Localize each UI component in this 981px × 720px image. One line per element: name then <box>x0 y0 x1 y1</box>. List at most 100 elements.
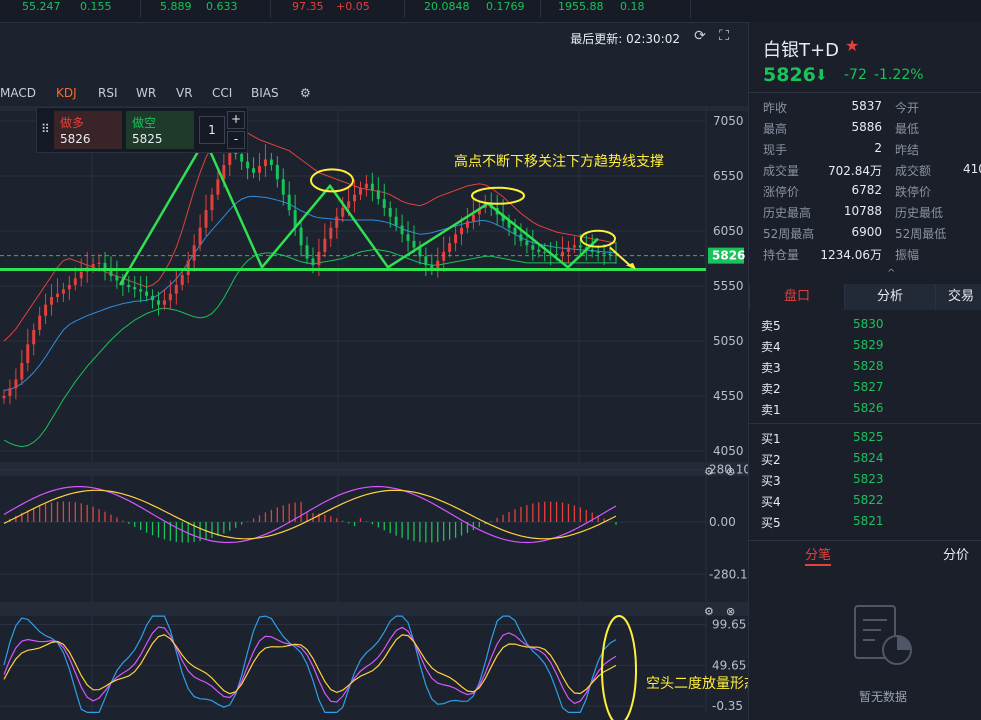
stat-label-3: 成交量 <box>763 164 800 178</box>
stat-label-4: 涨停价 <box>763 185 800 199</box>
trend-note-annotation: 高点不断下移关注下方趋势线支撑 <box>454 153 664 170</box>
ticker-value-6: 20.0848 <box>424 0 470 13</box>
candle-body <box>329 227 333 239</box>
stat-label-7: 持仓量 <box>763 248 800 262</box>
tab-1[interactable]: 分析 <box>844 284 935 310</box>
candle-body <box>400 225 404 235</box>
ticker-value-3: 0.633 <box>206 0 238 13</box>
no-data-text: 暂无数据 <box>859 690 908 704</box>
candle-body <box>578 245 582 248</box>
candle-body <box>525 240 529 246</box>
candle-body <box>180 275 184 285</box>
bid-price: 5823 <box>853 472 884 486</box>
stat-value-2: 2 <box>874 141 882 155</box>
bid-row-1: 买2 5824 <box>749 449 981 469</box>
candle-body <box>139 289 143 292</box>
ticker-value-9: 0.18 <box>620 0 645 13</box>
tab-2[interactable]: 交易 <box>935 284 981 310</box>
candle-body <box>97 262 101 264</box>
candle-body <box>590 249 594 252</box>
last-price: 5826 <box>763 64 816 86</box>
candle-body <box>555 254 559 256</box>
candle-body <box>145 291 149 296</box>
candle-body <box>162 300 166 305</box>
candle-body <box>156 300 160 305</box>
sell-short-button[interactable]: 做空 5825 <box>126 111 194 149</box>
high-point-circle-2 <box>471 186 525 205</box>
candle-body <box>26 344 30 363</box>
ticker-value-4: 97.35 <box>292 0 324 13</box>
qty-increase-button[interactable]: + <box>227 111 245 129</box>
quote-panel: 白银T+D ★ 5826 ⬇ -72 -1.22% 昨收 5837 今开 最高 5886… <box>748 22 981 720</box>
candle-body <box>382 199 386 208</box>
candle-body <box>55 293 59 297</box>
qty-decrease-button[interactable]: - <box>227 131 245 149</box>
quantity-field[interactable]: 1 <box>199 116 225 144</box>
stat-label2-2: 昨结 <box>895 143 920 157</box>
candle-body <box>20 363 24 380</box>
product-name: 白银T+D <box>763 40 839 61</box>
buy-long-button[interactable]: 做多 5826 <box>54 111 122 149</box>
ask-label: 卖2 <box>761 382 781 396</box>
candle-body <box>370 183 374 191</box>
candle-body <box>412 240 416 248</box>
ticker-divider-4 <box>690 0 691 18</box>
candle-body <box>2 396 6 399</box>
tab-0[interactable]: 盘口 <box>749 284 844 310</box>
ticker-value-7: 0.1769 <box>486 0 525 13</box>
stat-value2-3: 410 <box>963 162 981 176</box>
candle-body <box>323 238 327 252</box>
volume-highlight-circle <box>601 615 637 720</box>
collapse-icon[interactable]: ^ <box>887 268 895 279</box>
candle-body <box>115 276 119 281</box>
ask-price: 5826 <box>853 401 884 415</box>
price-change: -72 <box>844 67 867 83</box>
candle-body <box>376 190 380 200</box>
ticker-value-5: +0.05 <box>336 0 370 13</box>
candle-body <box>596 251 600 253</box>
candle-body <box>281 179 285 195</box>
tab-ticks[interactable]: 分笔 <box>805 544 831 563</box>
candle-body <box>543 251 547 253</box>
ask-label: 卖1 <box>761 403 781 417</box>
candle-body <box>519 234 523 241</box>
drag-handle-icon[interactable]: ⠿ <box>41 122 50 136</box>
macd-y-tick-label: -280.10 <box>709 567 748 581</box>
kdj-y-tick-label: 49.65 <box>712 658 746 672</box>
tab-price-dist[interactable]: 分价 <box>943 544 969 563</box>
candle-body <box>257 166 261 173</box>
ask-price: 5830 <box>853 317 884 331</box>
candle-body <box>460 227 464 235</box>
ticker-value-1: 0.155 <box>80 0 112 13</box>
kdj-settings-icon: ⚙ <box>704 605 714 618</box>
kdj-y-tick-label: -0.35 <box>712 699 743 713</box>
candle-body <box>311 258 315 266</box>
stat-label-5: 历史最高 <box>763 206 812 220</box>
macd-y-tick-label: 280.10 <box>709 463 748 477</box>
ask-label: 卖5 <box>761 319 781 333</box>
bid-label: 买2 <box>761 453 781 467</box>
price-change-pct: -1.22% <box>874 67 924 83</box>
candle-body <box>572 245 576 248</box>
chart-area: 最后更新: 02:30:02 ⟳ ⛶ MACD KDJ RSI WR VR CCI BIAS… <box>0 22 748 720</box>
ask-row-0: 卖5 5830 <box>749 315 981 335</box>
active-tab-indicator <box>805 564 831 566</box>
stat-label2-3: 成交额 <box>895 164 932 178</box>
market-ticker-bar: 55.247 0.155 5.889 0.633 97.35 +0.05 20.0848 0.… <box>0 0 981 23</box>
candle-body <box>174 284 178 294</box>
candle-body <box>38 315 42 330</box>
candle-body <box>537 249 541 252</box>
favorite-star-icon[interactable]: ★ <box>845 36 859 55</box>
candle-body <box>608 254 612 256</box>
candle-body <box>406 234 410 241</box>
stat-value-4: 6782 <box>851 183 882 197</box>
stat-value-1: 5886 <box>851 120 882 134</box>
ask-price: 5828 <box>853 359 884 373</box>
candle-body <box>240 154 244 162</box>
candle-body <box>91 264 95 268</box>
stat-label2-6: 52周最低 <box>895 227 947 241</box>
candle-body <box>252 168 256 173</box>
candle-body <box>531 245 535 250</box>
ask-label: 卖3 <box>761 361 781 375</box>
bid-price: 5821 <box>853 514 884 528</box>
